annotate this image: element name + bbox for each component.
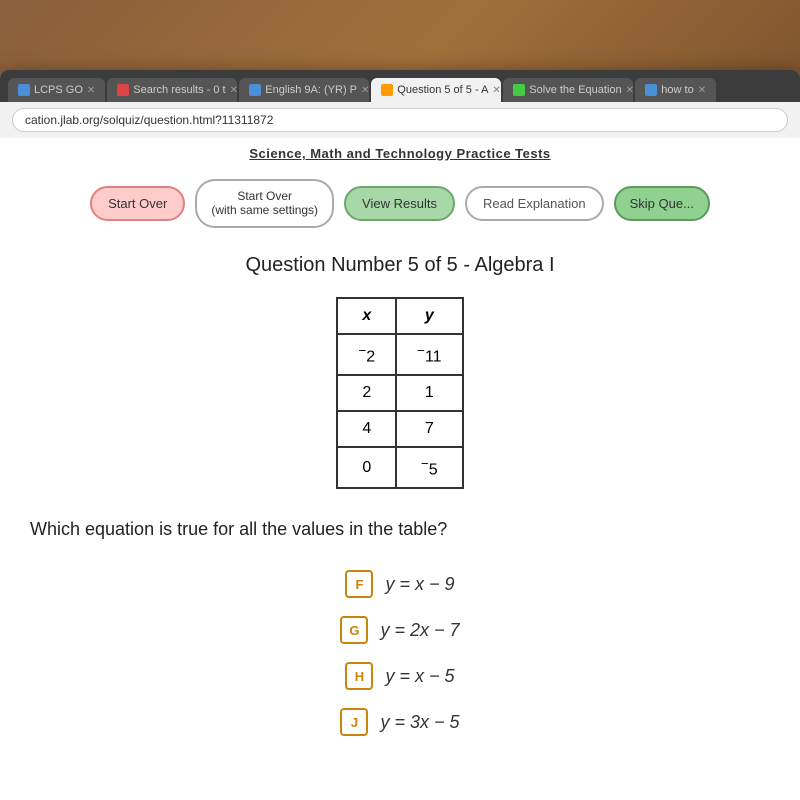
table-row: 4 7 bbox=[337, 411, 462, 447]
tab-label: Search results - 0 t bbox=[133, 84, 225, 96]
table-header-y: y bbox=[396, 298, 462, 334]
table-cell: 0 bbox=[337, 447, 396, 488]
view-results-button[interactable]: View Results bbox=[344, 186, 455, 221]
tab-solve[interactable]: Solve the Equation ✕ bbox=[503, 78, 633, 102]
table-cell: −11 bbox=[396, 334, 462, 375]
table-cell: 7 bbox=[396, 411, 462, 447]
tab-icon-lcps bbox=[18, 84, 30, 96]
table-cell: 4 bbox=[337, 411, 396, 447]
skip-question-button[interactable]: Skip Que... bbox=[614, 186, 710, 221]
answer-option-h[interactable]: H y = x − 5 bbox=[345, 662, 454, 690]
read-explanation-button[interactable]: Read Explanation bbox=[465, 186, 604, 221]
tab-close[interactable]: ✕ bbox=[698, 85, 706, 96]
tab-search[interactable]: Search results - 0 t ✕ bbox=[107, 78, 237, 102]
answer-badge-g: G bbox=[340, 616, 368, 644]
toolbar: Start Over Start Over (with same setting… bbox=[0, 169, 800, 238]
browser-chrome: LCPS GO ✕ Search results - 0 t ✕ English… bbox=[0, 70, 800, 138]
answer-text-h: y = x − 5 bbox=[385, 666, 454, 687]
tab-icon-english bbox=[249, 84, 261, 96]
table-cell: 1 bbox=[396, 375, 462, 411]
table-row: −2 −11 bbox=[337, 334, 462, 375]
start-over-settings-button[interactable]: Start Over (with same settings) bbox=[195, 179, 334, 228]
tab-question[interactable]: Question 5 of 5 - A ✕ bbox=[371, 78, 501, 102]
start-over-settings-label-line2: (with same settings) bbox=[211, 203, 318, 217]
start-over-button[interactable]: Start Over bbox=[90, 186, 185, 221]
tab-close[interactable]: ✕ bbox=[230, 85, 238, 96]
tab-icon-search bbox=[117, 84, 129, 96]
tabs-row: LCPS GO ✕ Search results - 0 t ✕ English… bbox=[0, 78, 800, 102]
table-container: x y −2 −11 2 1 4 bbox=[0, 297, 800, 490]
tab-label: Solve the Equation bbox=[529, 84, 621, 96]
tab-close[interactable]: ✕ bbox=[361, 85, 369, 96]
answer-badge-h: H bbox=[345, 662, 373, 690]
tab-close[interactable]: ✕ bbox=[87, 85, 95, 96]
answer-badge-f: F bbox=[345, 570, 373, 598]
answer-text-j: y = 3x − 5 bbox=[380, 712, 459, 733]
tab-label: Question 5 of 5 - A bbox=[397, 84, 488, 96]
desktop: LCPS GO ✕ Search results - 0 t ✕ English… bbox=[0, 0, 800, 800]
data-table: x y −2 −11 2 1 4 bbox=[336, 297, 463, 490]
tab-close[interactable]: ✕ bbox=[492, 85, 500, 96]
tab-label: LCPS GO bbox=[34, 84, 83, 96]
page-banner: Science, Math and Technology Practice Te… bbox=[0, 138, 800, 169]
answer-option-j[interactable]: J y = 3x − 5 bbox=[340, 708, 459, 736]
tab-close[interactable]: ✕ bbox=[626, 85, 634, 96]
table-row: 0 −5 bbox=[337, 447, 462, 488]
question-title: Question Number 5 of 5 - Algebra I bbox=[0, 254, 800, 277]
answer-option-g[interactable]: G y = 2x − 7 bbox=[340, 616, 459, 644]
address-bar[interactable]: cation.jlab.org/solquiz/question.html?11… bbox=[12, 108, 788, 132]
tab-icon-howto bbox=[645, 84, 657, 96]
tab-label: how to bbox=[661, 84, 693, 96]
tab-icon-solve bbox=[513, 84, 525, 96]
table-cell: −5 bbox=[396, 447, 462, 488]
answers-container: F y = x − 9 G y = 2x − 7 H y = x − 5 J y… bbox=[0, 560, 800, 746]
table-cell: −2 bbox=[337, 334, 396, 375]
tab-howto[interactable]: how to ✕ bbox=[635, 78, 716, 102]
answer-text-f: y = x − 9 bbox=[385, 574, 454, 595]
answer-text-g: y = 2x − 7 bbox=[380, 620, 459, 641]
table-row: 2 1 bbox=[337, 375, 462, 411]
start-over-settings-label-line1: Start Over bbox=[237, 189, 292, 203]
tab-english[interactable]: English 9A: (YR) P ✕ bbox=[239, 78, 369, 102]
answer-option-f[interactable]: F y = x − 9 bbox=[345, 570, 454, 598]
question-text: Which equation is true for all the value… bbox=[0, 509, 800, 560]
page-content: Science, Math and Technology Practice Te… bbox=[0, 138, 800, 800]
table-header-x: x bbox=[337, 298, 396, 334]
tab-lcps-go[interactable]: LCPS GO ✕ bbox=[8, 78, 105, 102]
address-bar-row: cation.jlab.org/solquiz/question.html?11… bbox=[0, 102, 800, 138]
answer-badge-j: J bbox=[340, 708, 368, 736]
browser-window: LCPS GO ✕ Search results - 0 t ✕ English… bbox=[0, 70, 800, 800]
tab-icon-question bbox=[381, 84, 393, 96]
table-cell: 2 bbox=[337, 375, 396, 411]
tab-label: English 9A: (YR) P bbox=[265, 84, 357, 96]
